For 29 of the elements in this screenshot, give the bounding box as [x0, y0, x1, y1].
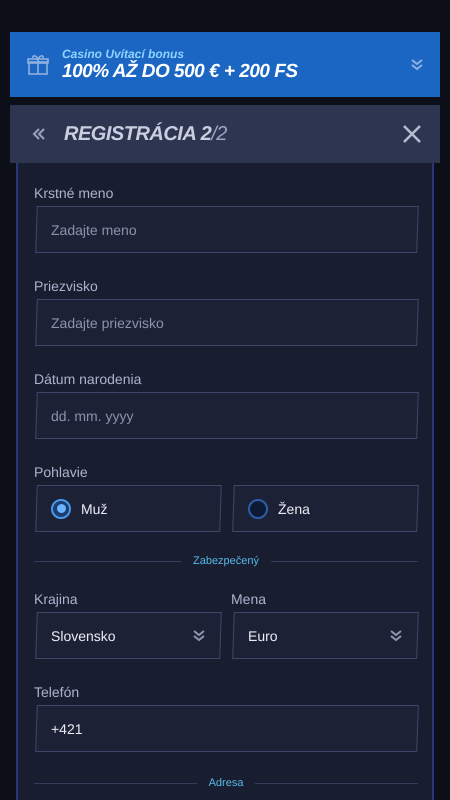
radio-option[interactable]: Muž: [36, 485, 221, 532]
bonus-title: 100% AŽ DO 500 € + 200 FS: [62, 60, 398, 82]
registration-title: REGISTRÁCIA 2: [64, 122, 212, 144]
field-label: Telefón: [34, 684, 80, 701]
section-label: Zabezpečený: [192, 555, 260, 567]
bonus-subtitle: Casino Uvítací bonus: [62, 46, 186, 60]
select-field[interactable]: Slovensko: [36, 612, 221, 659]
section-label: Adresa: [208, 777, 244, 789]
input-field[interactable]: +421: [36, 705, 418, 752]
input-field[interactable]: Zadajte priezvisko: [36, 299, 418, 346]
chevron-icon: [389, 630, 403, 642]
chevron-icon[interactable]: [410, 58, 424, 70]
step-count: /2: [211, 122, 227, 144]
field-label: Pohlavie: [34, 464, 89, 481]
field-label: Krstné meno: [34, 185, 114, 202]
field-label: Mena: [231, 591, 268, 608]
close-button[interactable]: [402, 124, 422, 144]
gift-icon: [26, 52, 50, 76]
input-field[interactable]: Zadajte meno: [36, 206, 418, 253]
chevron-icon: [192, 630, 206, 642]
field-label: Priezvisko: [34, 278, 99, 295]
field-label: Dátum narodenia: [34, 371, 142, 388]
field-label: Krajina: [34, 591, 79, 608]
select-field[interactable]: Euro: [233, 612, 418, 659]
back-button[interactable]: [32, 127, 46, 141]
input-field[interactable]: dd. mm. yyyy: [36, 392, 418, 439]
radio-button[interactable]: [51, 498, 71, 518]
radio-button[interactable]: [248, 498, 268, 518]
radio-option[interactable]: Žena: [233, 485, 418, 532]
